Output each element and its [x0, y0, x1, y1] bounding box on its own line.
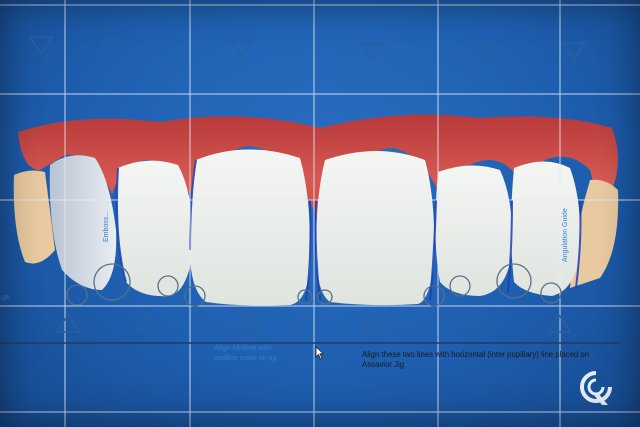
mouse-cursor-icon: [315, 346, 325, 360]
top-marker-3: [229, 39, 255, 59]
top-marker-6: [561, 42, 587, 62]
bottom-marker-1: [55, 313, 81, 333]
bottom-marker-6: [546, 313, 572, 333]
bottom-marker-2: [133, 311, 159, 331]
rotate-logo-icon[interactable]: [578, 369, 614, 409]
angulation-guide-label: Angulation Guide: [562, 208, 569, 262]
top-marker-4: [360, 43, 386, 63]
align-lines-caption: Align these two lines with horizontal (i…: [362, 350, 590, 369]
top-marker-5: [472, 43, 498, 63]
left-tooth-label: Emboss...: [103, 210, 110, 242]
tooth-canine-right: [511, 161, 581, 296]
top-markers[interactable]: [28, 36, 587, 63]
tooth-lateral-right: [435, 165, 513, 296]
top-marker-1: [28, 36, 54, 56]
tooth-central-left: [190, 149, 311, 306]
tooth-central-right: [316, 151, 435, 306]
left-edge-label: ge: [2, 294, 10, 301]
handle-1: [66, 284, 88, 306]
bottom-marker-3: [236, 311, 262, 331]
midline-caption: Align Midline with midline mark on jig: [214, 343, 277, 362]
tooth-left-molar: [13, 170, 55, 264]
top-marker-2: [99, 39, 125, 59]
bottom-marker-4: [361, 311, 387, 331]
handle-7: [423, 285, 445, 307]
bottom-marker-5: [468, 311, 494, 331]
